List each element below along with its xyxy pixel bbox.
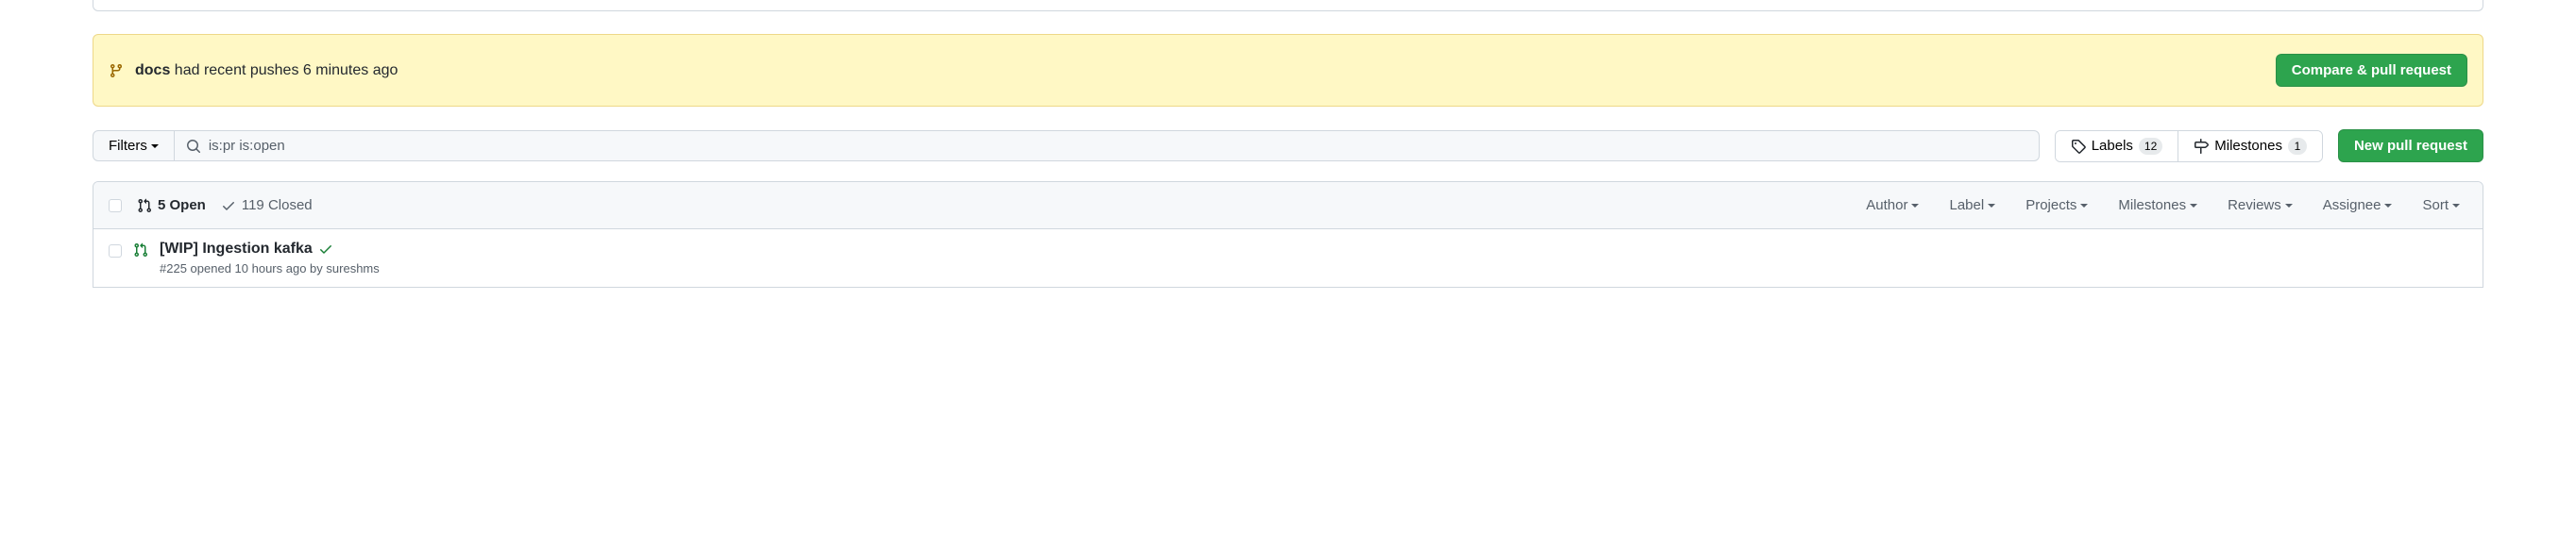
banner-left: docs had recent pushes 6 minutes ago [109,62,398,79]
list-header-filters: Author Label Projects Milestones Reviews… [1866,197,2467,213]
pr-title-row: [WIP] Ingestion kafka [160,241,2467,258]
list-header: 5 Open 119 Closed Author Label Projects … [93,182,2483,229]
closed-count: 119 Closed [242,197,313,213]
pr-content: [WIP] Ingestion kafka #225 opened 10 hou… [160,241,2467,275]
branch-icon [109,63,124,78]
projects-filter[interactable]: Projects [2025,197,2088,213]
search-input[interactable] [209,138,2027,154]
select-all-checkbox[interactable] [109,199,122,212]
caret-down-icon [2190,204,2197,208]
caret-down-icon [2285,204,2293,208]
caret-down-icon [151,144,159,148]
new-pull-request-button[interactable]: New pull request [2338,129,2483,162]
pr-list-box: 5 Open 119 Closed Author Label Projects … [93,181,2483,288]
caret-down-icon [1988,204,1995,208]
caret-down-icon [2452,204,2460,208]
label-filter[interactable]: Label [1949,197,1995,213]
labels-text: Labels [2092,138,2133,154]
truncated-box-top [93,0,2483,11]
caret-down-icon [2384,204,2392,208]
reviews-filter[interactable]: Reviews [2228,197,2293,213]
filters-button[interactable]: Filters [93,130,175,161]
closed-tab[interactable]: 119 Closed [221,197,313,213]
filter-search-group: Filters [93,130,2040,161]
state-tabs: 5 Open 119 Closed [137,197,313,213]
list-header-left: 5 Open 119 Closed [109,197,313,213]
milestones-text: Milestones [2214,138,2282,154]
milestones-filter[interactable]: Milestones [2118,197,2197,213]
caret-down-icon [1911,204,1919,208]
search-icon [186,139,201,154]
status-check-success-icon[interactable] [318,242,333,257]
open-count: 5 Open [158,197,206,213]
pull-request-icon [137,198,152,213]
pr-meta: #225 opened 10 hours ago by sureshms [160,261,2467,275]
labels-count: 12 [2139,138,2162,155]
pr-title-link[interactable]: [WIP] Ingestion kafka [160,241,313,258]
sort-filter[interactable]: Sort [2422,197,2460,213]
banner-text: docs had recent pushes 6 minutes ago [135,62,398,79]
milestone-icon [2194,139,2209,154]
pr-opened-text: opened 10 hours ago by [191,261,323,275]
labels-button[interactable]: Labels 12 [2056,131,2178,161]
recent-push-banner: docs had recent pushes 6 minutes ago Com… [93,34,2483,107]
search-box[interactable] [175,130,2040,161]
filters-label: Filters [109,138,147,154]
assignee-filter[interactable]: Assignee [2323,197,2393,213]
pull-request-open-icon [133,242,148,275]
author-filter[interactable]: Author [1866,197,1919,213]
open-tab[interactable]: 5 Open [137,197,206,213]
milestones-count: 1 [2288,138,2307,155]
pr-number: #225 [160,261,187,275]
pr-author-link[interactable]: sureshms [326,261,379,275]
labels-milestones-group: Labels 12 Milestones 1 [2055,130,2323,162]
tag-icon [2071,139,2086,154]
compare-pull-request-button[interactable]: Compare & pull request [2276,54,2467,87]
caret-down-icon [2080,204,2088,208]
milestones-button[interactable]: Milestones 1 [2178,131,2322,161]
check-icon [221,198,236,213]
toolbar: Filters Labels 12 Milestones 1 New pull … [93,129,2483,162]
pr-row[interactable]: [WIP] Ingestion kafka #225 opened 10 hou… [93,229,2483,287]
select-row-checkbox[interactable] [109,244,122,258]
